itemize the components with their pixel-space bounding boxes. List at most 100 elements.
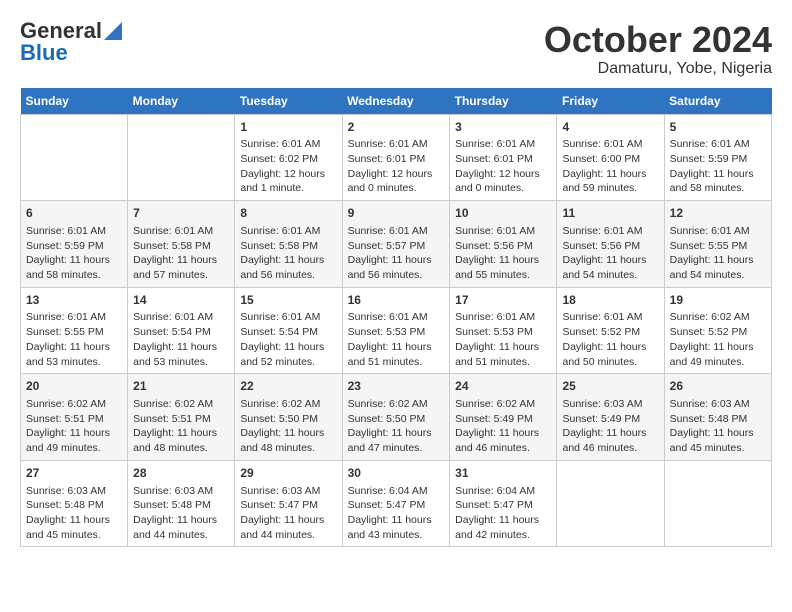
calendar-table: SundayMondayTuesdayWednesdayThursdayFrid… bbox=[20, 88, 772, 548]
day-number: 28 bbox=[133, 465, 229, 482]
calendar-week-row: 20 Sunrise: 6:02 AM Sunset: 5:51 PM Dayli… bbox=[21, 374, 772, 461]
title-block: October 2024 Damaturu, Yobe, Nigeria bbox=[544, 20, 772, 78]
calendar-cell: 23Sunrise: 6:02 AM Sunset: 5:50 PM Dayli… bbox=[342, 374, 450, 461]
calendar-cell: 22 Sunrise: 6:02 AM Sunset: 5:50 PM Dayli… bbox=[235, 374, 342, 461]
day-info: Sunrise: 6:03 AM Sunset: 5:49 PM Dayligh… bbox=[562, 397, 658, 456]
calendar-cell: 24 Sunrise: 6:02 AM Sunset: 5:49 PM Dayli… bbox=[450, 374, 557, 461]
day-number: 25 bbox=[562, 378, 658, 395]
logo: General Blue bbox=[20, 20, 122, 64]
day-info: Sunrise: 6:01 AM Sunset: 5:55 PM Dayligh… bbox=[670, 224, 766, 283]
day-number: 16 bbox=[348, 292, 445, 309]
day-number: 14 bbox=[133, 292, 229, 309]
header: General Blue October 2024 Damaturu, Yobe… bbox=[20, 20, 772, 78]
day-number: 29 bbox=[240, 465, 336, 482]
day-info: Sunrise: 6:01 AM Sunset: 5:59 PM Dayligh… bbox=[26, 224, 122, 283]
month-title: October 2024 bbox=[544, 20, 772, 60]
calendar-cell: 9Sunrise: 6:01 AM Sunset: 5:57 PM Daylig… bbox=[342, 201, 450, 288]
day-number: 26 bbox=[670, 378, 766, 395]
day-number: 11 bbox=[562, 205, 658, 222]
calendar-cell bbox=[21, 114, 128, 201]
day-info: Sunrise: 6:02 AM Sunset: 5:50 PM Dayligh… bbox=[240, 397, 336, 456]
logo-blue-text: Blue bbox=[20, 42, 68, 64]
calendar-cell: 12Sunrise: 6:01 AM Sunset: 5:55 PM Dayli… bbox=[664, 201, 771, 288]
day-number: 30 bbox=[348, 465, 445, 482]
day-number: 18 bbox=[562, 292, 658, 309]
calendar-cell: 25 Sunrise: 6:03 AM Sunset: 5:49 PM Dayli… bbox=[557, 374, 664, 461]
calendar-cell: 21 Sunrise: 6:02 AM Sunset: 5:51 PM Dayli… bbox=[128, 374, 235, 461]
location-title: Damaturu, Yobe, Nigeria bbox=[544, 60, 772, 78]
day-info: Sunrise: 6:03 AM Sunset: 5:48 PM Dayligh… bbox=[670, 397, 766, 456]
calendar-cell: 15Sunrise: 6:01 AM Sunset: 5:54 PM Dayli… bbox=[235, 287, 342, 374]
calendar-cell: 26 Sunrise: 6:03 AM Sunset: 5:48 PM Dayli… bbox=[664, 374, 771, 461]
day-info: Sunrise: 6:01 AM Sunset: 5:59 PM Dayligh… bbox=[670, 137, 766, 196]
weekday-header-row: SundayMondayTuesdayWednesdayThursdayFrid… bbox=[21, 88, 772, 115]
calendar-cell: 16Sunrise: 6:01 AM Sunset: 5:53 PM Dayli… bbox=[342, 287, 450, 374]
calendar-week-row: 27 Sunrise: 6:03 AM Sunset: 5:48 PM Dayli… bbox=[21, 460, 772, 547]
calendar-cell: 14Sunrise: 6:01 AM Sunset: 5:54 PM Dayli… bbox=[128, 287, 235, 374]
day-info: Sunrise: 6:01 AM Sunset: 5:55 PM Dayligh… bbox=[26, 310, 122, 369]
day-number: 24 bbox=[455, 378, 551, 395]
day-info: Sunrise: 6:02 AM Sunset: 5:52 PM Dayligh… bbox=[670, 310, 766, 369]
weekday-header-thursday: Thursday bbox=[450, 88, 557, 115]
day-info: Sunrise: 6:03 AM Sunset: 5:48 PM Dayligh… bbox=[133, 484, 229, 543]
day-number: 20 bbox=[26, 378, 122, 395]
day-info: Sunrise: 6:02 AM Sunset: 5:51 PM Dayligh… bbox=[133, 397, 229, 456]
day-info: Sunrise: 6:01 AM Sunset: 6:02 PM Dayligh… bbox=[240, 137, 336, 196]
calendar-cell: 30 Sunrise: 6:04 AM Sunset: 5:47 PM Dayli… bbox=[342, 460, 450, 547]
calendar-cell bbox=[128, 114, 235, 201]
weekday-header-sunday: Sunday bbox=[21, 88, 128, 115]
calendar-cell: 3Sunrise: 6:01 AM Sunset: 6:01 PM Daylig… bbox=[450, 114, 557, 201]
day-info: Sunrise: 6:01 AM Sunset: 5:56 PM Dayligh… bbox=[455, 224, 551, 283]
day-number: 9 bbox=[348, 205, 445, 222]
day-info: Sunrise: 6:01 AM Sunset: 6:01 PM Dayligh… bbox=[348, 137, 445, 196]
day-info: Sunrise: 6:02 AM Sunset: 5:49 PM Dayligh… bbox=[455, 397, 551, 456]
day-number: 13 bbox=[26, 292, 122, 309]
calendar-cell: 28 Sunrise: 6:03 AM Sunset: 5:48 PM Dayli… bbox=[128, 460, 235, 547]
day-info: Sunrise: 6:01 AM Sunset: 5:54 PM Dayligh… bbox=[133, 310, 229, 369]
day-number: 7 bbox=[133, 205, 229, 222]
calendar-cell: 13Sunrise: 6:01 AM Sunset: 5:55 PM Dayli… bbox=[21, 287, 128, 374]
day-number: 5 bbox=[670, 119, 766, 136]
weekday-header-friday: Friday bbox=[557, 88, 664, 115]
day-number: 27 bbox=[26, 465, 122, 482]
calendar-week-row: 13Sunrise: 6:01 AM Sunset: 5:55 PM Dayli… bbox=[21, 287, 772, 374]
calendar-cell bbox=[664, 460, 771, 547]
day-info: Sunrise: 6:01 AM Sunset: 5:56 PM Dayligh… bbox=[562, 224, 658, 283]
day-info: Sunrise: 6:01 AM Sunset: 5:54 PM Dayligh… bbox=[240, 310, 336, 369]
calendar-cell: 6 Sunrise: 6:01 AM Sunset: 5:59 PM Daylig… bbox=[21, 201, 128, 288]
day-number: 22 bbox=[240, 378, 336, 395]
day-info: Sunrise: 6:01 AM Sunset: 6:00 PM Dayligh… bbox=[562, 137, 658, 196]
day-info: Sunrise: 6:01 AM Sunset: 6:01 PM Dayligh… bbox=[455, 137, 551, 196]
calendar-cell: 10 Sunrise: 6:01 AM Sunset: 5:56 PM Dayli… bbox=[450, 201, 557, 288]
calendar-cell: 27Sunrise: 6:03 AM Sunset: 5:48 PM Dayli… bbox=[21, 460, 128, 547]
day-info: Sunrise: 6:01 AM Sunset: 5:58 PM Dayligh… bbox=[133, 224, 229, 283]
day-number: 4 bbox=[562, 119, 658, 136]
calendar-week-row: 6 Sunrise: 6:01 AM Sunset: 5:59 PM Daylig… bbox=[21, 201, 772, 288]
day-number: 6 bbox=[26, 205, 122, 222]
day-number: 15 bbox=[240, 292, 336, 309]
day-number: 31 bbox=[455, 465, 551, 482]
day-info: Sunrise: 6:03 AM Sunset: 5:47 PM Dayligh… bbox=[240, 484, 336, 543]
calendar-cell: 1Sunrise: 6:01 AM Sunset: 6:02 PM Daylig… bbox=[235, 114, 342, 201]
calendar-cell: 5Sunrise: 6:01 AM Sunset: 5:59 PM Daylig… bbox=[664, 114, 771, 201]
weekday-header-saturday: Saturday bbox=[664, 88, 771, 115]
day-info: Sunrise: 6:04 AM Sunset: 5:47 PM Dayligh… bbox=[455, 484, 551, 543]
day-info: Sunrise: 6:01 AM Sunset: 5:53 PM Dayligh… bbox=[455, 310, 551, 369]
day-number: 17 bbox=[455, 292, 551, 309]
day-number: 10 bbox=[455, 205, 551, 222]
day-number: 21 bbox=[133, 378, 229, 395]
day-number: 19 bbox=[670, 292, 766, 309]
day-info: Sunrise: 6:04 AM Sunset: 5:47 PM Dayligh… bbox=[348, 484, 445, 543]
calendar-cell: 29 Sunrise: 6:03 AM Sunset: 5:47 PM Dayli… bbox=[235, 460, 342, 547]
logo-icon bbox=[104, 22, 122, 40]
weekday-header-tuesday: Tuesday bbox=[235, 88, 342, 115]
day-number: 3 bbox=[455, 119, 551, 136]
logo-general-text: General bbox=[20, 20, 102, 42]
calendar-cell: 4Sunrise: 6:01 AM Sunset: 6:00 PM Daylig… bbox=[557, 114, 664, 201]
day-number: 2 bbox=[348, 119, 445, 136]
day-number: 23 bbox=[348, 378, 445, 395]
weekday-header-wednesday: Wednesday bbox=[342, 88, 450, 115]
day-info: Sunrise: 6:01 AM Sunset: 5:53 PM Dayligh… bbox=[348, 310, 445, 369]
calendar-week-row: 1Sunrise: 6:01 AM Sunset: 6:02 PM Daylig… bbox=[21, 114, 772, 201]
calendar-cell: 20Sunrise: 6:02 AM Sunset: 5:51 PM Dayli… bbox=[21, 374, 128, 461]
